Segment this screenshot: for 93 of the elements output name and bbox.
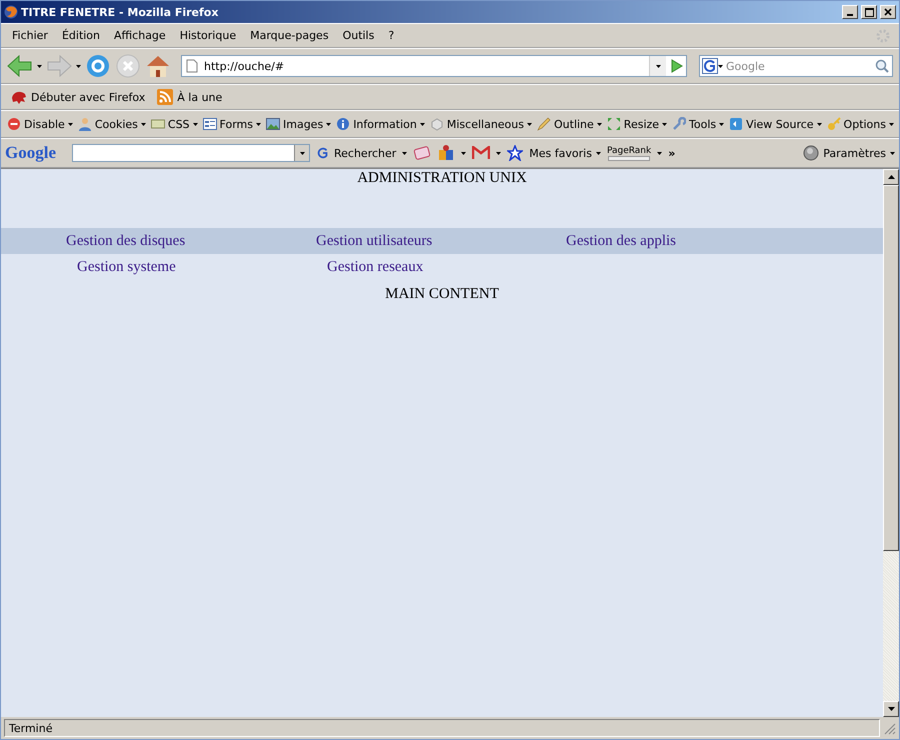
maximize-icon <box>864 8 874 16</box>
maximize-button[interactable] <box>861 5 877 19</box>
home-button[interactable] <box>145 54 171 78</box>
scroll-down-button[interactable] <box>883 701 899 717</box>
caret-icon <box>527 122 532 126</box>
caret-icon <box>496 152 502 154</box>
search-engine-icon <box>702 58 718 74</box>
reload-button[interactable] <box>85 53 111 79</box>
toolbar-menu[interactable]: Outline <box>537 117 602 131</box>
forward-menu-icon <box>76 64 81 68</box>
address-field[interactable]: http://ouche/# <box>181 55 687 77</box>
globe-icon <box>4 5 18 19</box>
menu-item[interactable]: Affichage <box>107 29 173 42</box>
caret-icon <box>816 122 822 126</box>
caret-icon <box>657 152 662 154</box>
scrollbar[interactable] <box>883 169 899 717</box>
info-icon <box>336 117 350 131</box>
menu-item[interactable]: Édition <box>54 29 108 42</box>
favorites-menu[interactable]: Mes favoris <box>529 146 601 160</box>
caret-icon <box>326 122 332 126</box>
toolbar-menu[interactable]: Options <box>826 117 894 131</box>
dropdown-icon <box>300 152 304 154</box>
picture-icon <box>266 117 280 131</box>
up-arrow-icon <box>888 175 894 179</box>
star-icon[interactable] <box>507 145 524 161</box>
scroll-up-button[interactable] <box>883 169 899 185</box>
toolbar-menu[interactable]: Cookies <box>78 117 146 131</box>
no-entry-icon <box>7 117 21 131</box>
menu-item[interactable]: Outils <box>336 29 382 42</box>
caret-icon <box>662 122 668 126</box>
nav-link[interactable]: Gestion utilisateurs <box>316 232 432 248</box>
toolbar-menu[interactable]: Information <box>336 117 425 131</box>
caret-icon <box>890 152 895 154</box>
person-icon <box>78 117 92 131</box>
engine-menu-icon <box>718 64 723 68</box>
close-button[interactable] <box>880 5 896 19</box>
menu-item[interactable]: ? <box>381 29 402 42</box>
caret-icon <box>420 122 425 126</box>
toolbar-logo: Google <box>5 143 56 163</box>
nav-link[interactable]: Gestion des applis <box>566 232 676 248</box>
bookmark[interactable]: À la une <box>155 89 224 105</box>
menu-item[interactable]: Marque-pages <box>243 29 336 42</box>
down-arrow-icon <box>888 707 894 711</box>
back-menu-icon <box>37 64 42 68</box>
status-text: Terminé <box>4 719 880 737</box>
menu-item[interactable]: Historique <box>172 29 244 42</box>
main-content-text: MAIN CONTENT <box>385 286 499 302</box>
caret-icon <box>256 122 261 126</box>
dropdown-icon <box>656 64 660 68</box>
feed-icon <box>157 89 174 105</box>
toolbar-menu[interactable]: Forms <box>202 117 261 131</box>
form-icon <box>202 117 217 131</box>
card-icon <box>150 117 165 131</box>
back-button[interactable] <box>7 55 33 77</box>
window-title: TITRE FENETRE - Mozilla Firefox <box>21 6 220 18</box>
mail-icon[interactable] <box>472 146 490 160</box>
caret-icon <box>140 122 146 126</box>
page-heading: ADMINISTRATION UNIX <box>357 170 527 186</box>
caret-icon <box>596 122 602 126</box>
pagerank-meter[interactable]: PageRank <box>606 146 652 160</box>
search-engine-icon <box>316 146 330 160</box>
throbber-icon <box>875 28 891 44</box>
bookmark[interactable]: Débuter avec Firefox <box>9 89 148 105</box>
toolbar-menu[interactable]: Images <box>266 117 332 131</box>
minimize-button[interactable] <box>842 5 858 19</box>
wrench-icon <box>672 117 686 131</box>
toolbar-menu[interactable]: Miscellaneous <box>430 117 532 131</box>
page-icon <box>186 59 198 73</box>
nav-link[interactable]: Gestion des disques <box>66 232 186 248</box>
caret-icon <box>461 152 466 154</box>
toolbar-menu[interactable]: Tools <box>672 117 724 131</box>
resize-grip-icon <box>882 721 896 735</box>
toolbar-menu[interactable]: Resize <box>606 117 668 131</box>
nav-link[interactable]: Gestion systeme <box>77 258 176 274</box>
search-box[interactable]: Google <box>699 55 893 77</box>
caret-icon <box>596 152 601 154</box>
more-button[interactable]: » <box>668 146 676 160</box>
settings-menu[interactable]: Paramètres <box>803 145 895 161</box>
close-icon <box>884 8 892 16</box>
caret-icon <box>719 122 724 126</box>
caret-icon <box>889 122 894 126</box>
scroll-thumb[interactable] <box>883 185 899 551</box>
key-icon <box>826 117 841 131</box>
toolbar-menu[interactable]: Disable <box>7 117 73 131</box>
toolbar-search-field[interactable] <box>72 144 310 162</box>
nav-link[interactable]: Gestion reseaux <box>327 258 424 274</box>
toolbar-menu[interactable]: CSS <box>150 117 198 131</box>
caret-icon <box>68 122 73 126</box>
toolbar-menu[interactable]: View Source <box>729 117 822 131</box>
menu-item[interactable]: Fichier <box>5 29 55 42</box>
caret-icon <box>192 122 198 126</box>
search-button[interactable]: Rechercher <box>316 146 396 160</box>
caret-icon <box>402 152 408 154</box>
